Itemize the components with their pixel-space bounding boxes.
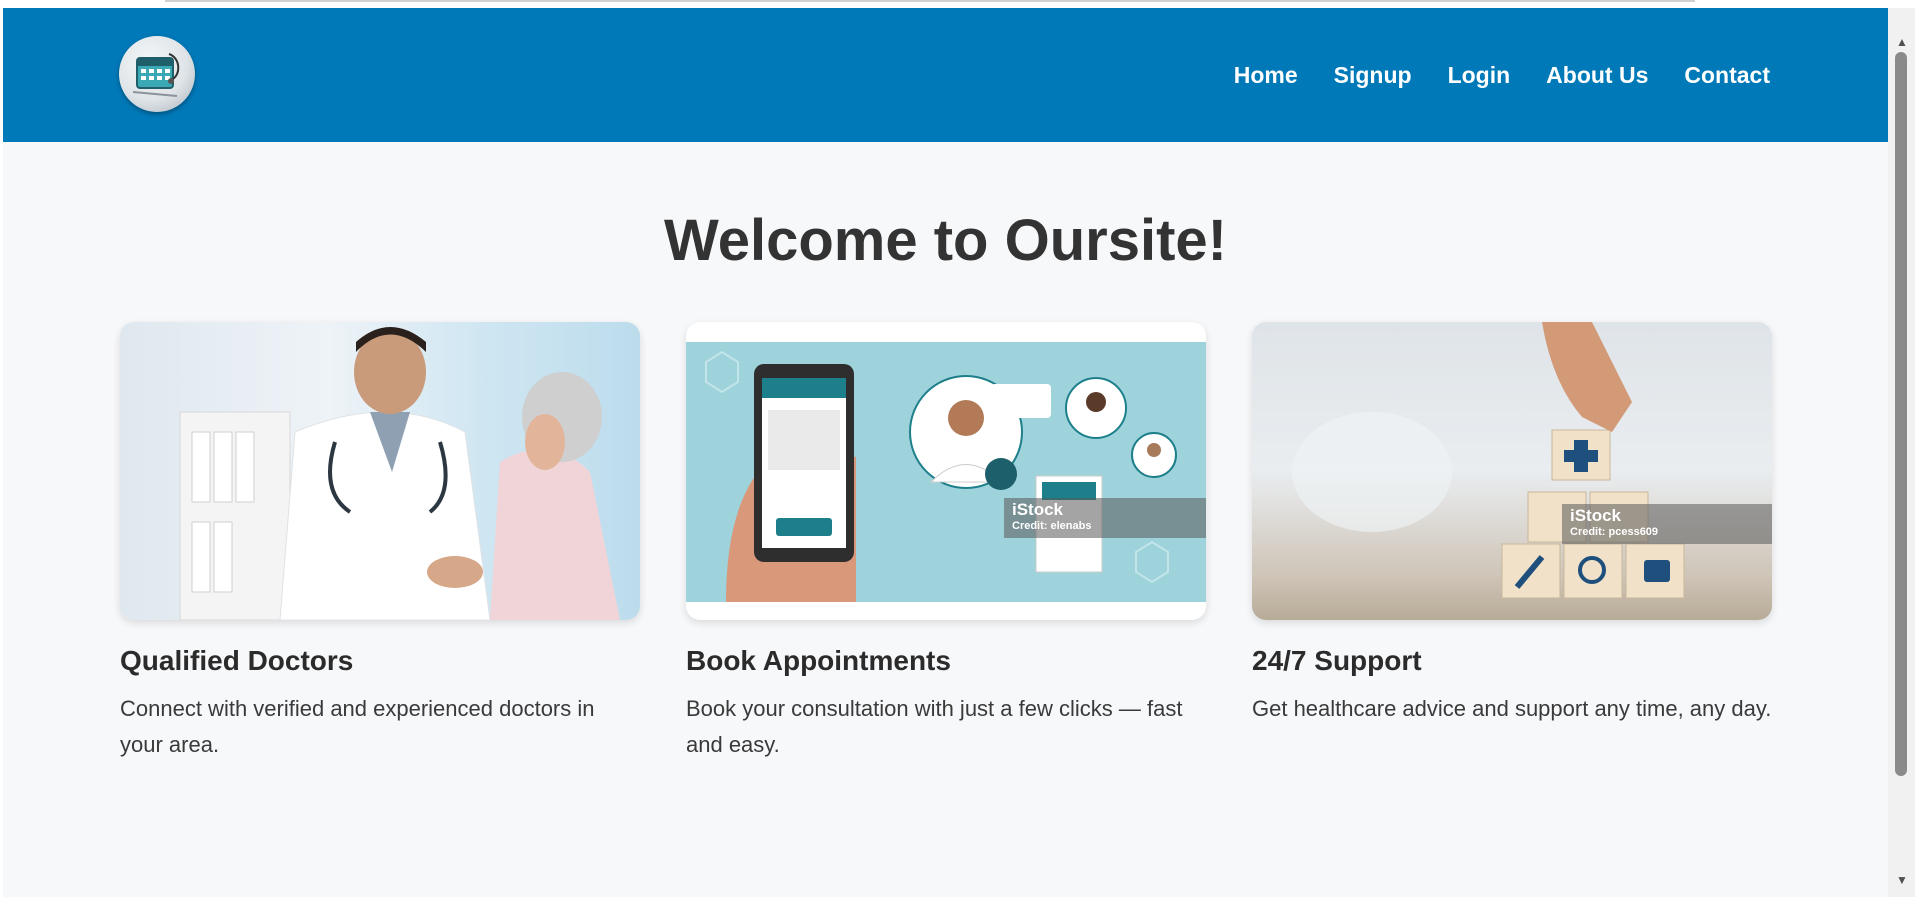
nav-about-us-link[interactable]: About Us: [1546, 60, 1648, 90]
card-description: Book your consultation with just a few c…: [686, 696, 1183, 757]
doctor-patient-photo: [120, 322, 640, 620]
navbar: Home Signup Login About Us Contact: [3, 8, 1888, 142]
browser-top-edge: [165, 0, 1695, 2]
istock-watermark: iStock Credit: elenabs: [1004, 498, 1206, 538]
nav-home-link[interactable]: Home: [1234, 60, 1298, 90]
vertical-scrollbar[interactable]: ▲ ▼: [1888, 8, 1915, 897]
nav-contact-link[interactable]: Contact: [1684, 60, 1770, 90]
health-blocks-photo: iStock Credit: pcess609: [1252, 322, 1772, 620]
page: Home Signup Login About Us Contact Welco…: [3, 8, 1888, 897]
watermark-credit: Credit: elenabs: [1012, 520, 1092, 532]
card-title: 24/7 Support: [1252, 645, 1422, 676]
nav-signup-link[interactable]: Signup: [1334, 60, 1412, 90]
scroll-up-arrow-icon[interactable]: ▲: [1896, 36, 1908, 48]
site-logo[interactable]: [119, 36, 195, 112]
istock-watermark: iStock Credit: pcess609: [1562, 504, 1772, 544]
appointment-illustration: iStock Credit: elenabs: [686, 322, 1206, 620]
scroll-down-arrow-icon[interactable]: ▼: [1896, 874, 1908, 886]
card-title: Qualified Doctors: [120, 645, 354, 676]
feature-card-book-appointments: iStock Credit: elenabs Book Appointments…: [686, 322, 1206, 763]
scrollbar-thumb[interactable]: [1895, 52, 1907, 776]
watermark-credit: Credit: pcess609: [1570, 526, 1659, 538]
watermark-brand: iStock: [1012, 500, 1064, 519]
card-title: Book Appointments: [686, 645, 951, 676]
feature-card-support: iStock Credit: pcess609 24/7 Support Get…: [1252, 322, 1772, 727]
feature-card-qualified-doctors: Qualified Doctors Connect with verified …: [120, 322, 640, 763]
watermark-brand: iStock: [1570, 506, 1622, 525]
page-title: Welcome to Oursite!: [664, 208, 1227, 273]
card-description: Connect with verified and experienced do…: [120, 696, 595, 757]
logo-calendar-stethoscope-icon: [132, 53, 180, 97]
main-nav: Home Signup Login About Us Contact: [1234, 60, 1770, 90]
card-description: Get healthcare advice and support any ti…: [1252, 696, 1772, 721]
nav-login-link[interactable]: Login: [1448, 60, 1511, 90]
